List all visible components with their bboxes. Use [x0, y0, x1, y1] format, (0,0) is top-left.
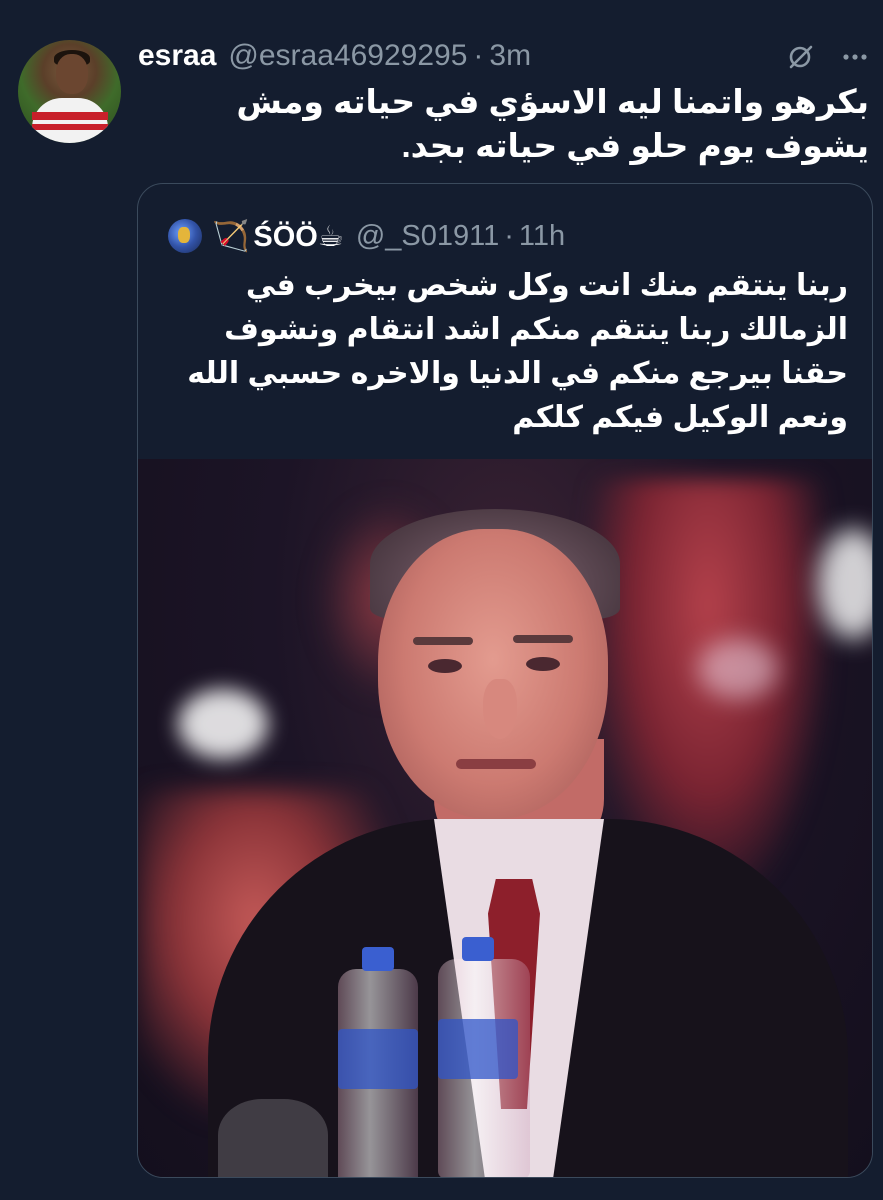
quoted-tweet-text: ربنا ينتقم منك انت وكل شخص بيخرب في الزم… — [187, 269, 848, 434]
tweet-timestamp[interactable]: 3m — [489, 39, 531, 73]
more-options-icon[interactable] — [840, 42, 870, 72]
author-avatar[interactable] — [18, 40, 121, 143]
grok-icon[interactable] — [786, 42, 816, 72]
tweet[interactable]: esraa @esraa46929295 · 3m بكرهو واتمنا ل… — [0, 0, 883, 1200]
quoted-tweet[interactable]: 🏹 ŚÖÖ☕ @_S01911 · 11h ربنا ينتقم منك انت… — [137, 183, 873, 1178]
bow-arrow-emoji: 🏹 — [212, 219, 250, 253]
author-handle[interactable]: @esraa46929295 — [228, 39, 467, 73]
quoted-tweet-photo[interactable] — [138, 459, 872, 1177]
quoted-header-separator: · — [504, 219, 514, 252]
author-name[interactable]: esraa — [138, 39, 216, 73]
quoted-author-name[interactable]: ŚÖÖ☕ — [253, 219, 343, 254]
header-separator: · — [473, 39, 484, 72]
tweet-header: esraa @esraa46929295 · 3m — [138, 36, 531, 76]
quoted-tweet-header: 🏹 ŚÖÖ☕ @_S01911 · 11h — [168, 216, 565, 256]
quoted-author-handle[interactable]: @_S01911 — [356, 220, 499, 253]
tweet-text: بكرهو واتمنا ليه الاسؤي في حياته ومش يشو… — [236, 83, 869, 164]
quoted-author-avatar[interactable] — [168, 219, 202, 253]
quoted-timestamp[interactable]: 11h — [519, 220, 565, 253]
